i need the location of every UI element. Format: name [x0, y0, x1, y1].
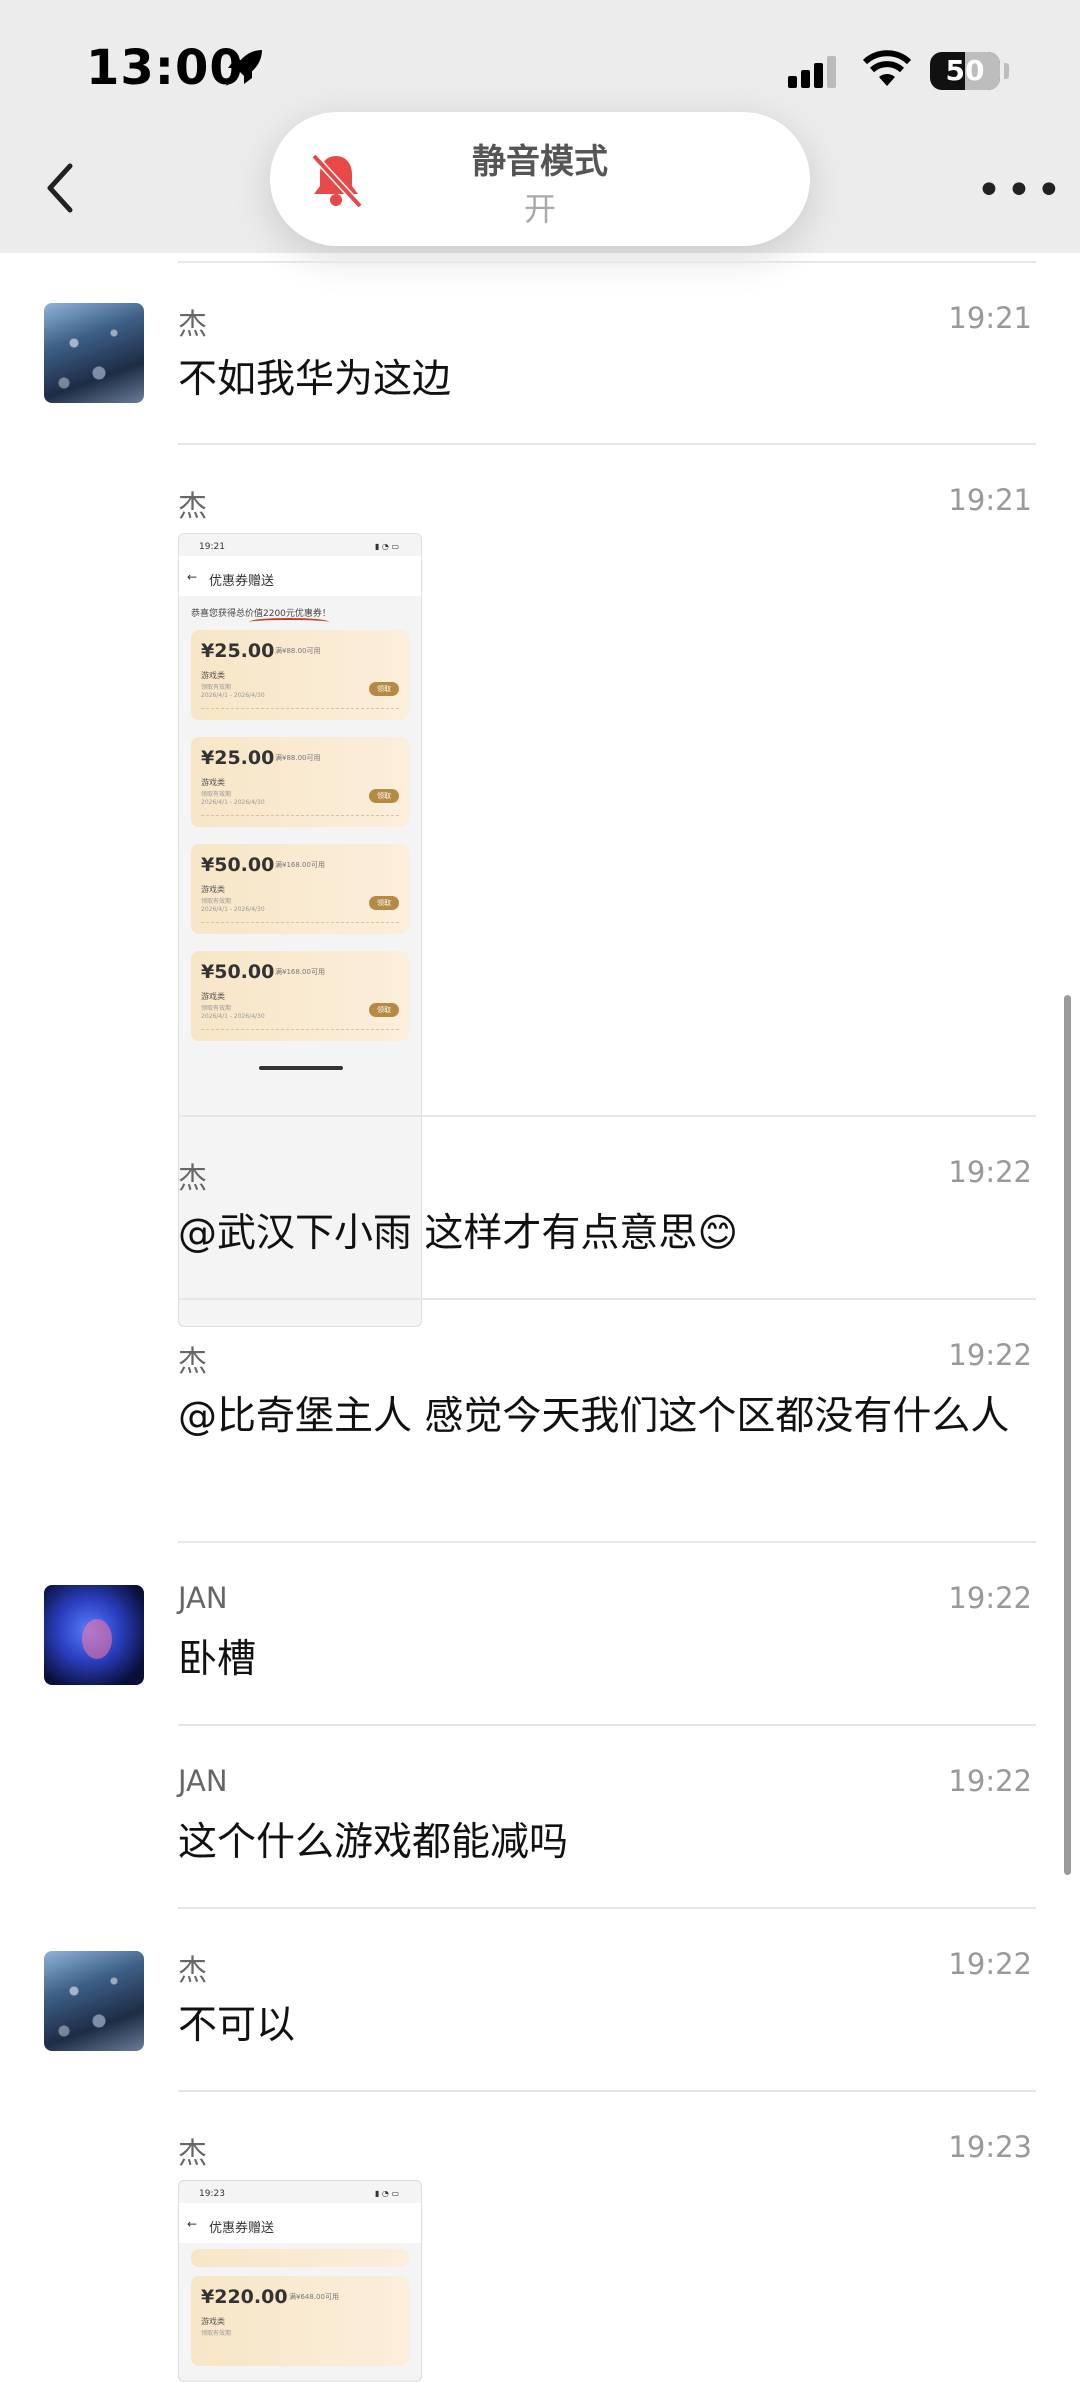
scrollbar[interactable] — [1064, 995, 1071, 1875]
thumb-underline — [249, 618, 329, 626]
message-text: 这个什么游戏都能减吗 — [178, 1820, 569, 1865]
avatar[interactable] — [44, 1951, 144, 2051]
status-time: 13:00 — [86, 40, 244, 96]
message-time: 19:22 — [948, 1155, 1032, 1189]
avatar[interactable] — [44, 303, 144, 403]
coupon-subtitle: 领取有效期 — [201, 1005, 232, 1012]
sender-name: 杰 — [178, 307, 208, 341]
rocket-icon — [226, 50, 262, 86]
coupon-subtitle: 领取有效期 — [201, 791, 232, 798]
message-time: 19:21 — [948, 483, 1032, 517]
coupon-dates: 2026/4/1 - 2026/4/30 — [201, 799, 265, 806]
silent-mode-banner: 静音模式 开 — [270, 112, 810, 246]
coupon-amount: ¥25.00 — [201, 640, 275, 662]
sender-name: JAN — [178, 1764, 228, 1798]
coupon-dates: 2026/4/1 - 2026/4/30 — [201, 1013, 265, 1020]
message-time: 19:22 — [948, 1947, 1032, 1981]
coupon-subtitle: 领取有效期 — [201, 684, 232, 691]
thumb-status-time: 19:21 — [199, 542, 225, 552]
message-time: 19:22 — [948, 1581, 1032, 1615]
more-options-button[interactable]: ••• — [976, 169, 1066, 213]
thumb-header: ← 优惠券赠送 — [179, 556, 421, 596]
divider — [178, 1907, 1036, 1909]
sender-name: 杰 — [178, 1953, 208, 1987]
coupon-card: ¥50.00 满¥168.00可用 游戏类 领取有效期 2026/4/1 - 2… — [191, 951, 409, 1041]
message-text: 不可以 — [178, 2003, 296, 2048]
thumb-header: ← 优惠券赠送 — [179, 2203, 421, 2243]
thumb-back-icon: ← — [187, 2217, 198, 2231]
thumb-title: 优惠券赠送 — [209, 2221, 275, 2236]
coupon-category: 游戏类 — [201, 992, 225, 1001]
silent-mode-title: 静音模式 — [472, 142, 608, 182]
coupon-divider — [201, 815, 399, 816]
coupon-category: 游戏类 — [201, 778, 225, 787]
message-text: @比奇堡主人 感觉今天我们这个区都没有什么人 — [178, 1394, 1010, 1439]
coupon-amount: ¥220.00 — [201, 2286, 288, 2308]
coupon-card: ¥25.00 满¥88.00可用 游戏类 领取有效期 2026/4/1 - 20… — [191, 737, 409, 827]
coupon-category: 游戏类 — [201, 671, 225, 680]
sender-name: 杰 — [178, 1344, 208, 1378]
thumb-congrats: 恭喜您获得总价值2200元优惠券！ — [191, 609, 331, 619]
sender-name: 杰 — [178, 2136, 208, 2170]
message-text: 卧槽 — [178, 1637, 257, 1682]
sender-name: 杰 — [178, 489, 208, 523]
coupon-claim-button: 领取 — [369, 682, 399, 696]
coupon-card: ¥25.00 满¥88.00可用 游戏类 领取有效期 2026/4/1 - 20… — [191, 630, 409, 720]
thumb-status-icons: ▮ ◔ ▭ — [374, 542, 399, 551]
message-time: 19:21 — [948, 301, 1032, 335]
message-time: 19:23 — [948, 2130, 1032, 2164]
thumb-status-time: 19:23 — [199, 2189, 225, 2199]
message-text: @武汉下小雨 这样才有点意思😊 — [178, 1211, 739, 1256]
avatar[interactable] — [44, 1585, 144, 1685]
coupon-amount: ¥50.00 — [201, 854, 275, 876]
image-attachment[interactable]: 19:23 ▮ ◔ ▭ ← 优惠券赠送 ¥220.00 满¥648.00可用 游… — [178, 2180, 422, 2382]
coupon-subtitle: 领取有效期 — [201, 898, 232, 905]
coupon-condition: 满¥168.00可用 — [275, 968, 325, 976]
coupon-claim-button: 领取 — [369, 1003, 399, 1017]
coupon-divider — [201, 1029, 399, 1030]
sender-name: 杰 — [178, 1161, 208, 1195]
thumb-status-icons: ▮ ◔ ▭ — [374, 2189, 399, 2198]
battery-icon: 50 — [930, 52, 1000, 90]
coupon-divider — [201, 708, 399, 709]
coupon-subtitle: 领取有效期 — [201, 2330, 232, 2337]
divider — [178, 2090, 1036, 2092]
message-time: 19:22 — [948, 1764, 1032, 1798]
back-button[interactable] — [40, 160, 80, 216]
message-text: 不如我华为这边 — [178, 357, 452, 402]
divider — [178, 1115, 1036, 1117]
message-time: 19:22 — [948, 1338, 1032, 1372]
sender-name: JAN — [178, 1581, 228, 1615]
divider — [178, 1298, 1036, 1300]
thumb-home-indicator — [259, 1066, 343, 1070]
divider — [178, 261, 1036, 263]
coupon-claim-button: 领取 — [369, 789, 399, 803]
coupon-condition: 满¥648.00可用 — [289, 2293, 339, 2301]
thumb-title: 优惠券赠送 — [209, 574, 275, 589]
coupon-condition: 满¥88.00可用 — [275, 647, 321, 655]
coupon-card: ¥50.00 满¥168.00可用 游戏类 领取有效期 2026/4/1 - 2… — [191, 844, 409, 934]
coupon-amount: ¥25.00 — [201, 747, 275, 769]
coupon-dates: 2026/4/1 - 2026/4/30 — [201, 906, 265, 913]
cellular-signal-icon — [788, 56, 836, 88]
coupon-banner — [191, 2249, 409, 2267]
coupon-claim-button: 领取 — [369, 896, 399, 910]
divider — [178, 1724, 1036, 1726]
silent-mode-state: 开 — [523, 190, 556, 228]
coupon-condition: 满¥168.00可用 — [275, 861, 325, 869]
thumb-back-icon: ← — [187, 570, 198, 584]
coupon-condition: 满¥88.00可用 — [275, 754, 321, 762]
coupon-category: 游戏类 — [201, 2317, 225, 2326]
divider — [178, 1541, 1036, 1543]
divider — [178, 443, 1036, 445]
battery-level: 50 — [945, 54, 985, 87]
battery-tip — [1004, 63, 1009, 79]
coupon-amount: ¥50.00 — [201, 961, 275, 983]
coupon-card: ¥220.00 满¥648.00可用 游戏类 领取有效期 — [191, 2276, 409, 2366]
coupon-dates: 2026/4/1 - 2026/4/30 — [201, 692, 265, 699]
wifi-icon — [862, 50, 912, 86]
coupon-category: 游戏类 — [201, 885, 225, 894]
coupon-divider — [201, 922, 399, 923]
